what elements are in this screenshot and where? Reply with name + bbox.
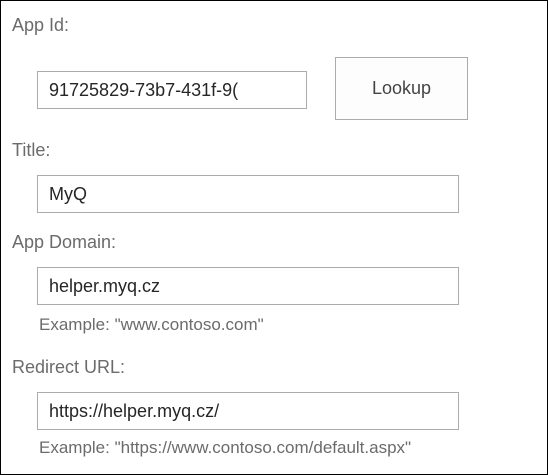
title-label: Title:: [12, 140, 51, 160]
redirect-url-input[interactable]: [37, 392, 459, 430]
app-domain-input[interactable]: [37, 267, 459, 305]
app-id-input[interactable]: [37, 71, 307, 109]
app-registration-form: App Id: Lookup Title: App Domain: Exampl…: [0, 0, 548, 475]
app-domain-example: Example: "www.contoso.com": [39, 315, 264, 334]
lookup-button[interactable]: Lookup: [335, 57, 468, 120]
app-domain-label: App Domain:: [12, 232, 117, 252]
redirect-url-label: Redirect URL:: [12, 357, 126, 377]
app-id-label: App Id:: [12, 15, 70, 35]
redirect-url-example: Example: "https://www.contoso.com/defaul…: [39, 438, 412, 457]
title-input[interactable]: [37, 175, 459, 213]
